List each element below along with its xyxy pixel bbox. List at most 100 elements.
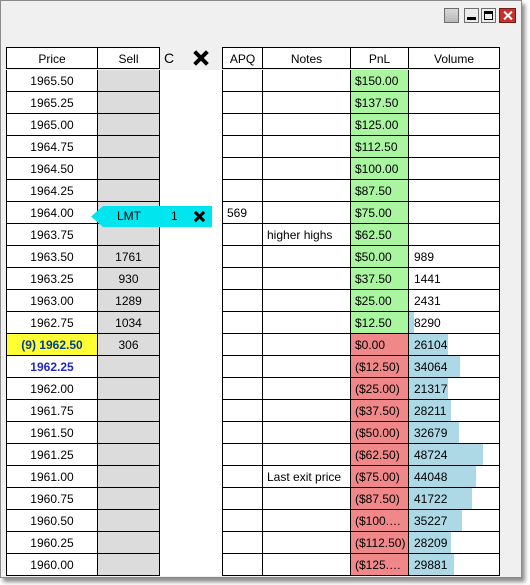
sell-cell[interactable] xyxy=(98,378,160,400)
header-price[interactable]: Price xyxy=(6,47,98,69)
cancel-cell[interactable] xyxy=(160,180,222,202)
cancel-cell[interactable] xyxy=(160,158,222,180)
price-cell[interactable]: 1961.25 xyxy=(6,444,98,466)
notes-cell[interactable] xyxy=(263,92,351,114)
cancel-order-icon[interactable] xyxy=(194,211,205,222)
header-volume[interactable]: Volume xyxy=(409,47,500,69)
notes-cell[interactable] xyxy=(263,554,351,576)
price-cell[interactable]: 1965.25 xyxy=(6,92,98,114)
header-sell[interactable]: Sell xyxy=(98,47,160,69)
sell-cell[interactable]: 1761 xyxy=(98,246,160,268)
sell-cell[interactable] xyxy=(98,180,160,202)
price-cell[interactable]: 1962.75 xyxy=(6,312,98,334)
cancel-cell[interactable] xyxy=(160,224,222,246)
price-cell[interactable]: 1960.50 xyxy=(6,510,98,532)
sell-cell[interactable] xyxy=(98,444,160,466)
price-cell[interactable]: 1965.50 xyxy=(6,70,98,92)
price-cell[interactable]: 1962.25 xyxy=(6,356,98,378)
notes-cell[interactable] xyxy=(263,202,351,224)
sell-cell[interactable] xyxy=(98,466,160,488)
cancel-cell[interactable] xyxy=(160,70,222,92)
price-cell[interactable]: (9) 1962.50 xyxy=(6,334,98,356)
cancel-cell[interactable] xyxy=(160,532,222,554)
cancel-cell[interactable] xyxy=(160,136,222,158)
notes-cell[interactable] xyxy=(263,532,351,554)
sell-cell[interactable]: 1034 xyxy=(98,312,160,334)
sell-cell[interactable] xyxy=(98,92,160,114)
price-cell[interactable]: 1964.00 xyxy=(6,202,98,224)
sell-cell[interactable] xyxy=(98,356,160,378)
cancel-cell[interactable] xyxy=(160,554,222,576)
notes-cell[interactable] xyxy=(263,510,351,532)
notes-cell[interactable] xyxy=(263,488,351,510)
price-cell[interactable]: 1962.00 xyxy=(6,378,98,400)
cancel-cell[interactable] xyxy=(160,334,222,356)
sell-cell[interactable] xyxy=(98,554,160,576)
price-cell[interactable]: 1960.25 xyxy=(6,532,98,554)
header-notes[interactable]: Notes xyxy=(263,47,351,69)
price-cell[interactable]: 1964.50 xyxy=(6,158,98,180)
cancel-cell[interactable] xyxy=(160,488,222,510)
sell-cell[interactable] xyxy=(98,510,160,532)
cancel-cell[interactable] xyxy=(160,378,222,400)
sell-cell[interactable] xyxy=(98,488,160,510)
price-cell[interactable]: 1964.75 xyxy=(6,136,98,158)
cancel-cell[interactable] xyxy=(160,400,222,422)
price-cell[interactable]: 1963.75 xyxy=(6,224,98,246)
header-pnl[interactable]: PnL xyxy=(351,47,409,69)
notes-cell[interactable] xyxy=(263,114,351,136)
cancel-cell[interactable] xyxy=(160,466,222,488)
header-apq[interactable]: APQ xyxy=(222,47,263,69)
working-order-marker[interactable]: LMT 1 xyxy=(91,206,212,227)
notes-cell[interactable] xyxy=(263,246,351,268)
sell-cell[interactable]: 306 xyxy=(98,334,160,356)
notes-cell[interactable]: Last exit price xyxy=(263,466,351,488)
cancel-cell[interactable] xyxy=(160,114,222,136)
sell-cell[interactable] xyxy=(98,158,160,180)
notes-cell[interactable] xyxy=(263,400,351,422)
price-cell[interactable]: 1960.00 xyxy=(6,554,98,576)
notes-cell[interactable] xyxy=(263,136,351,158)
price-cell[interactable]: 1961.00 xyxy=(6,466,98,488)
cancel-cell[interactable] xyxy=(160,268,222,290)
notes-cell[interactable] xyxy=(263,268,351,290)
notes-cell[interactable] xyxy=(263,312,351,334)
price-cell[interactable]: 1964.25 xyxy=(6,180,98,202)
sell-cell[interactable]: 930 xyxy=(98,268,160,290)
cancel-cell[interactable] xyxy=(160,444,222,466)
price-cell[interactable]: 1960.75 xyxy=(6,488,98,510)
sell-cell[interactable] xyxy=(98,114,160,136)
notes-cell[interactable] xyxy=(263,356,351,378)
sell-cell[interactable] xyxy=(98,532,160,554)
sell-cell[interactable] xyxy=(98,136,160,158)
notes-cell[interactable] xyxy=(263,422,351,444)
cancel-cell[interactable] xyxy=(160,422,222,444)
notes-cell[interactable] xyxy=(263,334,351,356)
sell-cell[interactable] xyxy=(98,70,160,92)
cancel-column-label[interactable]: C xyxy=(164,50,174,66)
notes-cell[interactable] xyxy=(263,378,351,400)
cancel-cell[interactable] xyxy=(160,356,222,378)
notes-cell[interactable] xyxy=(263,290,351,312)
price-cell[interactable]: 1963.25 xyxy=(6,268,98,290)
price-cell[interactable]: 1961.75 xyxy=(6,400,98,422)
cancel-cell[interactable] xyxy=(160,290,222,312)
notes-cell[interactable] xyxy=(263,444,351,466)
cancel-all-orders-icon[interactable] xyxy=(192,49,210,67)
notes-cell[interactable] xyxy=(263,158,351,180)
price-cell[interactable]: 1963.00 xyxy=(6,290,98,312)
cancel-cell[interactable] xyxy=(160,246,222,268)
sell-cell[interactable] xyxy=(98,224,160,246)
notes-cell[interactable]: higher highs xyxy=(263,224,351,246)
price-cell[interactable]: 1961.50 xyxy=(6,422,98,444)
cancel-cell[interactable] xyxy=(160,92,222,114)
notes-cell[interactable] xyxy=(263,180,351,202)
cancel-cell[interactable] xyxy=(160,312,222,334)
notes-cell[interactable] xyxy=(263,70,351,92)
sell-cell[interactable] xyxy=(98,422,160,444)
sell-cell[interactable]: 1289 xyxy=(98,290,160,312)
price-cell[interactable]: 1965.00 xyxy=(6,114,98,136)
cancel-cell[interactable] xyxy=(160,510,222,532)
price-cell[interactable]: 1963.50 xyxy=(6,246,98,268)
sell-cell[interactable] xyxy=(98,400,160,422)
